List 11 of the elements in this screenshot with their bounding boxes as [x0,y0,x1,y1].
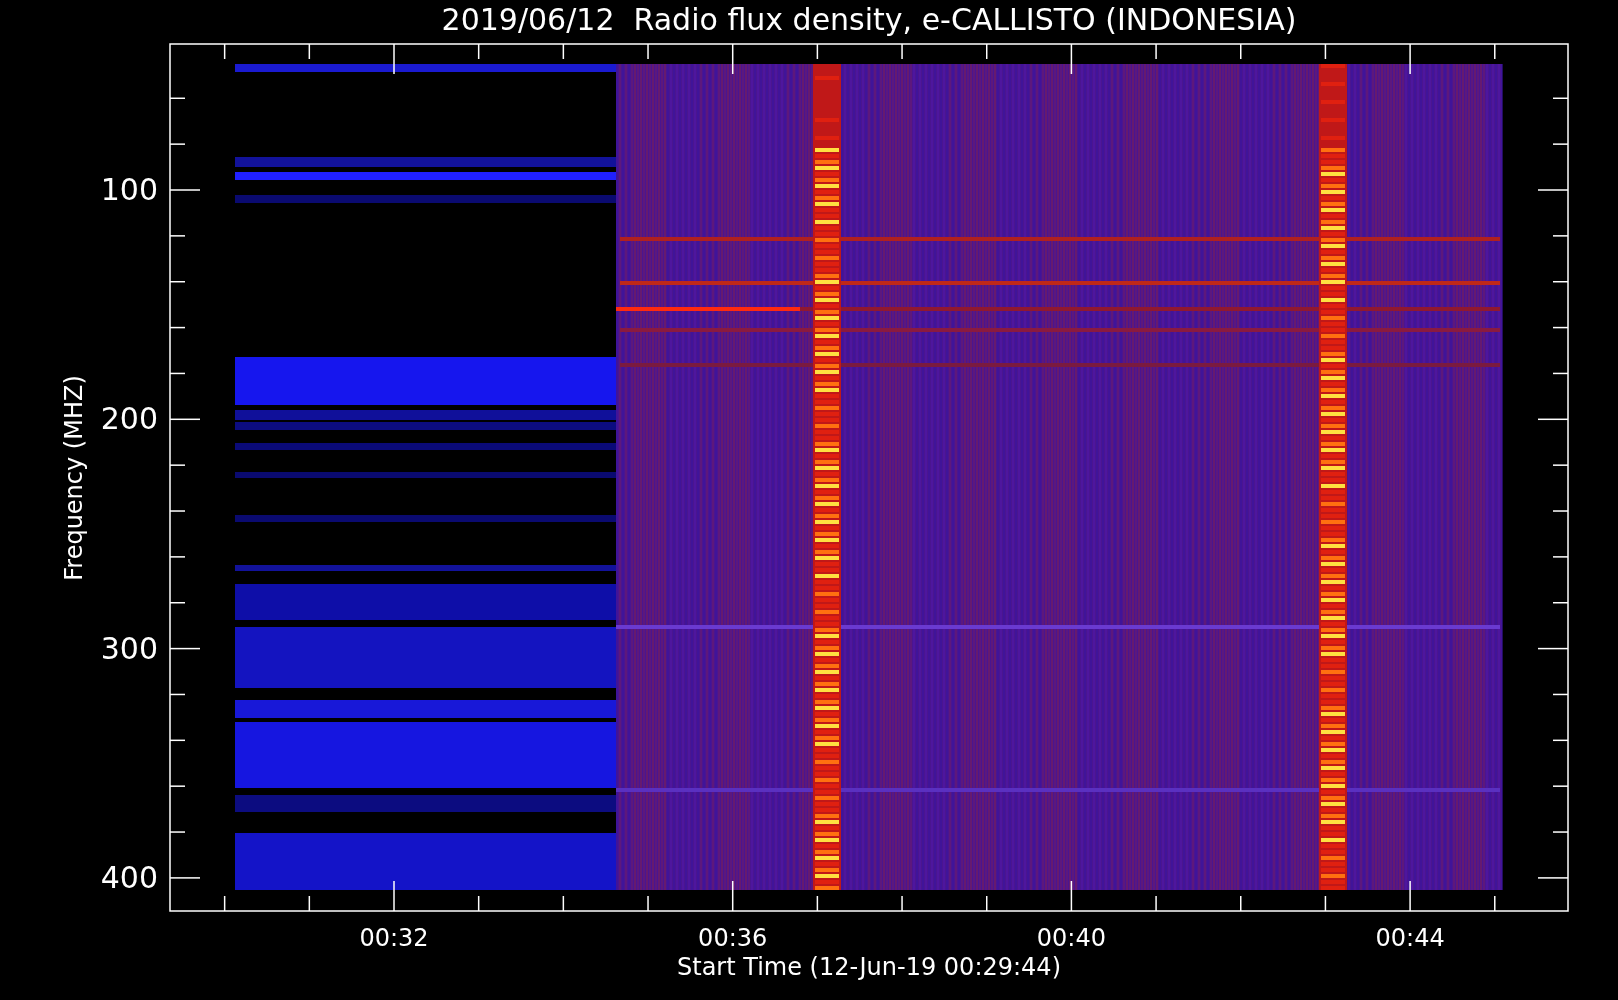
tick-label: 00:32 [359,924,429,952]
tick-label: 00:40 [1036,924,1106,952]
tick-label: 00:44 [1375,924,1445,952]
plot-title: 2019/06/12 Radio flux density, e-CALLISTO (INDONESIA) [441,2,1297,37]
axis-title: Start Time (12-Jun-19 00:29:44) [677,953,1061,981]
tick-label: 00:36 [698,924,768,952]
axis-title: Frequency (MHZ) [60,375,88,581]
tick-label: 200 [100,401,158,437]
tick-label: 400 [100,859,158,895]
tick-label: 100 [100,172,158,207]
tick-label: 300 [100,630,158,666]
